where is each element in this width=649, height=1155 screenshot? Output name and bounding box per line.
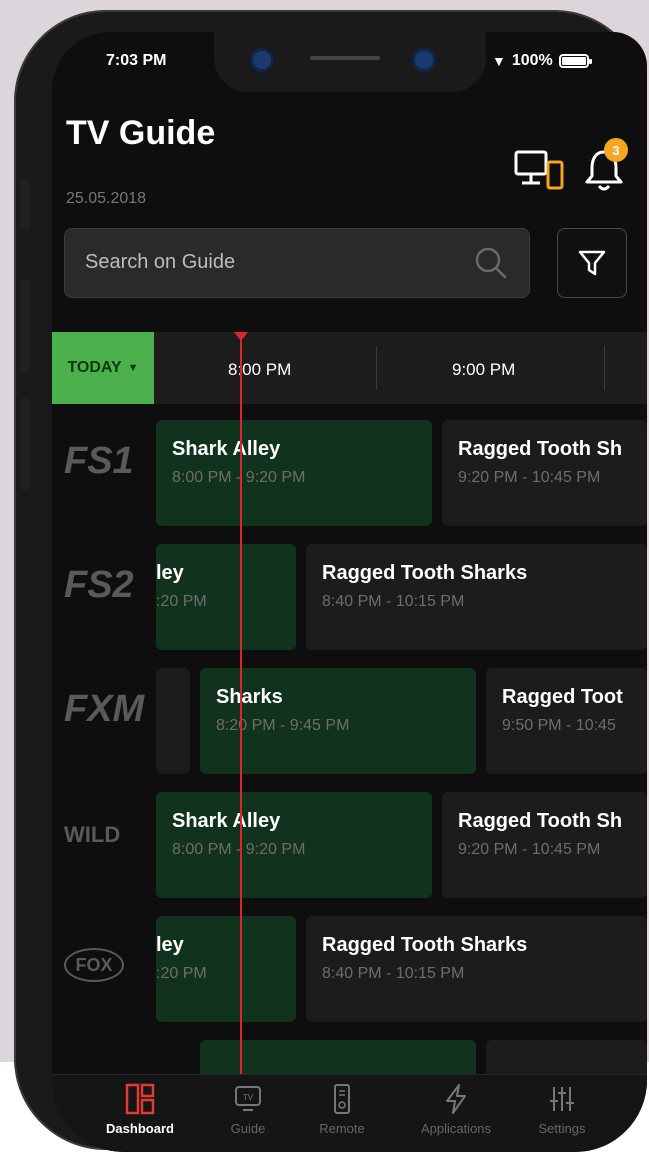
guide-grid: FS1 Shark Alley 8:00 PM - 9:20 PM Ragged… [52,404,647,1146]
phone-frame: 7:03 PM ▼ 100% TV Guide 25.05.2018 3 Sea… [14,10,647,1152]
status-indicators: ▼ 100% [492,52,592,70]
time-slot: 8:00 PM [228,360,292,379]
speaker-grille [310,56,380,60]
battery-percent: 100% [511,52,553,69]
search-input[interactable]: Search on Guide [64,228,530,298]
program-time: 9:50 PM - 10:45 [502,717,616,734]
filter-icon [578,250,606,276]
channel-logo[interactable]: FS1 [64,440,144,483]
channel-logo[interactable]: FXM [64,688,144,731]
program-card[interactable]: Ragged Toot 9:50 PM - 10:45 [486,668,647,774]
program-card[interactable]: Ragged Tooth Sh 9:20 PM - 10:45 PM [442,792,647,898]
time-slot: 9:00 PM [452,360,516,379]
today-label: TODAY [67,359,122,376]
program-title: Shark Alley [172,438,281,460]
notch [214,32,486,92]
program-time: 8:40 PM - 10:15 PM [322,965,465,982]
sliders-icon [550,1087,574,1111]
tab-remote[interactable]: Remote [282,1083,402,1136]
channel-logo[interactable]: FS2 [64,564,144,607]
program-title: ley [156,562,184,584]
search-placeholder: Search on Guide [85,251,236,273]
program-card[interactable]: ley :20 PM [156,916,296,1022]
search-icon[interactable] [473,245,509,281]
channel-row: FXM Sharks 8:20 PM - 9:45 PM Ragged Toot… [52,652,647,776]
program-time: 9:20 PM - 10:45 PM [458,469,601,486]
program-time: 8:20 PM - 9:45 PM [216,717,350,734]
dashboard-icon [125,1083,155,1115]
tab-label: Dashboard [106,1121,174,1136]
program-title: Ragged Toot [502,686,623,708]
program-card[interactable]: ley :20 PM [156,544,296,650]
timeline-divider [376,346,377,390]
timeline-divider [604,346,605,390]
lightning-icon [446,1084,466,1114]
channel-row: WILD Shark Alley 8:00 PM - 9:20 PM Ragge… [52,776,647,900]
mute-switch [20,180,30,230]
program-title: Sharks [216,686,283,708]
battery-icon [558,54,592,68]
tab-label: Applications [420,1121,492,1136]
program-card[interactable]: Ragged Tooth Sharks 8:40 PM - 10:15 PM [306,916,647,1022]
volume-up-button [20,280,30,372]
program-card[interactable]: Ragged Tooth Sharks 8:40 PM - 10:15 PM [306,544,647,650]
program-card[interactable]: Shark Alley 8:00 PM - 9:20 PM [156,420,432,526]
channel-row: FS2 ley :20 PM Ragged Tooth Sharks 8:40 … [52,528,647,652]
tab-applications[interactable]: Applications [396,1083,516,1136]
tab-dashboard[interactable]: Dashboard [80,1083,200,1136]
channel-row: FS1 Shark Alley 8:00 PM - 9:20 PM Ragged… [52,404,647,528]
program-time: :20 PM [156,965,207,982]
now-indicator-line [240,334,242,1076]
program-time: 8:00 PM - 9:20 PM [172,841,306,858]
program-title: Ragged Tooth Sharks [322,934,528,956]
program-title: Ragged Tooth Sharks [322,562,528,584]
tab-label: Remote [319,1121,365,1136]
channel-row: FOX ley :20 PM Ragged Tooth Sharks 8:40 … [52,900,647,1024]
filter-button[interactable] [557,228,627,298]
program-time: 8:40 PM - 10:15 PM [322,593,465,610]
camera-icon [250,48,274,72]
page-title: TV Guide [66,114,216,152]
program-card[interactable]: Shark Alley 8:00 PM - 9:20 PM [156,792,432,898]
devices-icon[interactable] [514,148,566,194]
remote-icon [334,1084,350,1114]
program-time: 9:20 PM - 10:45 PM [458,841,601,858]
program-title: Ragged Tooth Sh [458,810,623,832]
program-title: Ragged Tooth Sh [458,438,623,460]
tv-icon: TV [235,1086,261,1111]
tab-label: Settings [538,1121,586,1136]
program-title: Shark Alley [172,810,281,832]
tab-bar: Dashboard TV Guide Remote Applications S… [52,1074,647,1152]
today-dropdown[interactable]: TODAY ▼ [52,332,154,404]
sensor-icon [412,48,436,72]
status-time: 7:03 PM [106,52,167,69]
program-time: 8:00 PM - 9:20 PM [172,469,306,486]
timeline-bar: TODAY ▼ 8:00 PM 9:00 PM [52,332,647,404]
date-label: 25.05.2018 [66,190,147,207]
chevron-down-icon: ▼ [127,362,139,374]
wifi-icon: ▼ [492,53,506,69]
volume-down-button [20,398,30,490]
program-title: ley [156,934,184,956]
program-card[interactable] [156,668,190,774]
channel-logo[interactable]: WILD [64,822,144,848]
svg-text:TV: TV [243,1093,254,1102]
notification-badge: 3 [604,138,628,162]
app-screen: 7:03 PM ▼ 100% TV Guide 25.05.2018 3 Sea… [52,32,647,1152]
program-time: :20 PM [156,593,207,610]
program-card[interactable]: Ragged Tooth Sh 9:20 PM - 10:45 PM [442,420,647,526]
channel-logo[interactable]: FOX [64,948,124,982]
tab-settings[interactable]: Settings [502,1083,622,1136]
